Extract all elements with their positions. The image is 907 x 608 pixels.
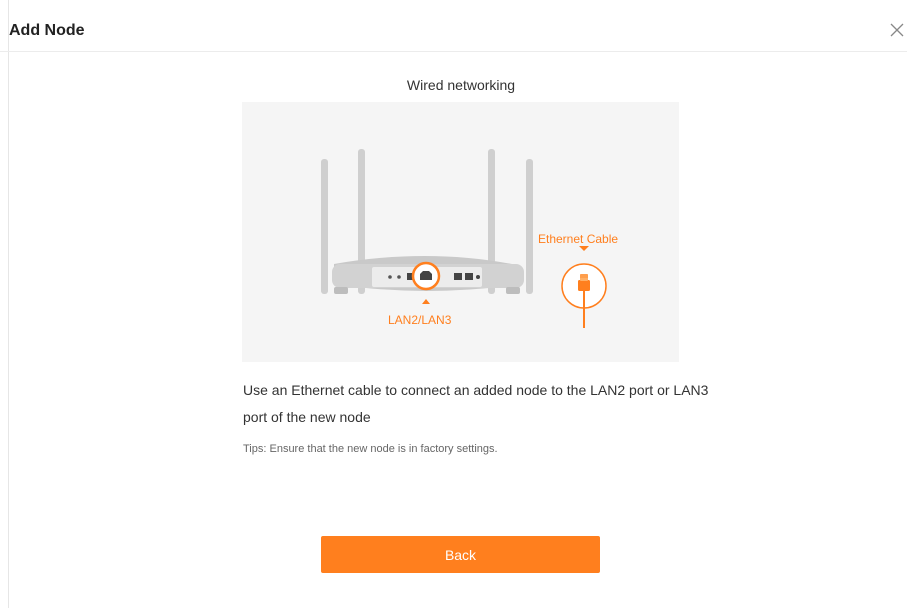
instruction-text: Use an Ethernet cable to connect an adde… (243, 382, 709, 425)
cable-label: Ethernet Cable (538, 232, 619, 246)
subtitle: Wired networking (406, 77, 516, 93)
dialog-title: Add Node (9, 22, 85, 39)
dialog-header: Add Node (0, 8, 907, 52)
port-label: LAN2/LAN3 (388, 313, 452, 327)
close-icon[interactable] (888, 21, 906, 39)
add-node-dialog: Add Node Wired networking LAN2/LAN3 Ethe… (0, 0, 907, 608)
back-button[interactable]: Back (321, 536, 600, 573)
wired-networking-illustration: LAN2/LAN3 Ethernet Cable (242, 102, 679, 362)
antenna-icon (526, 159, 533, 294)
tips-text: Tips: Ensure that the new node is in fac… (243, 443, 498, 455)
antenna-icon (321, 159, 328, 294)
